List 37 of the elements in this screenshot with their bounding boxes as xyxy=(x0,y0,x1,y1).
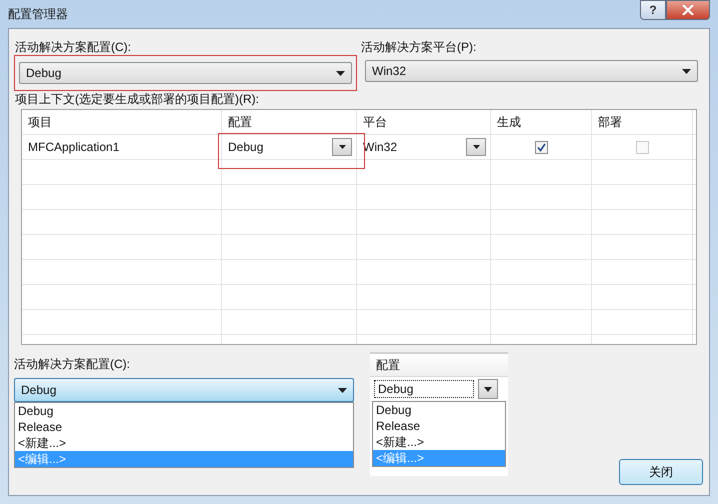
config-dropdown[interactable]: Debug xyxy=(14,378,354,402)
deploy-checkbox[interactable] xyxy=(636,140,648,154)
build-checkbox[interactable] xyxy=(534,140,548,154)
config-dropdown[interactable]: Debug xyxy=(19,62,352,84)
dropdown-button[interactable] xyxy=(466,138,486,156)
caret-icon xyxy=(484,386,492,392)
help-button[interactable]: ? xyxy=(640,0,666,20)
caret-icon xyxy=(472,145,480,149)
column-header: 配置 xyxy=(222,110,357,134)
field-label: 活动解决方案平台(P): xyxy=(361,39,478,55)
dropdown-option[interactable]: <新建...> xyxy=(15,435,353,451)
table-cell: Debug xyxy=(228,139,264,155)
caret-icon xyxy=(336,70,345,76)
close-icon xyxy=(682,5,694,15)
close-dialog-button[interactable]: 关闭 xyxy=(619,459,703,485)
caret-icon xyxy=(682,68,691,74)
column-header: 项目 xyxy=(22,110,222,134)
table-cell: MFCApplication1 xyxy=(22,135,222,159)
caret-icon xyxy=(338,145,346,149)
field-label: 活动解决方案配置(C): xyxy=(14,356,131,372)
dropdown-option[interactable]: Release xyxy=(373,418,505,434)
dropdown-option[interactable]: <新建...> xyxy=(373,434,505,450)
column-header: 生成 xyxy=(491,110,592,134)
dropdown-option[interactable]: Debug xyxy=(373,402,505,418)
dropdown-value[interactable]: Debug xyxy=(374,380,474,398)
caret-icon xyxy=(338,388,347,392)
column-header: 部署 xyxy=(592,110,693,134)
dropdown-button[interactable] xyxy=(478,379,498,399)
platform-dropdown[interactable]: Win32 xyxy=(365,60,698,82)
dropdown-button[interactable] xyxy=(332,138,352,156)
grid-label: 项目上下文(选定要生成或部署的项目配置)(R): xyxy=(15,91,260,107)
dropdown-option[interactable]: Release xyxy=(15,419,353,435)
column-header: 平台 xyxy=(357,110,491,134)
close-button[interactable] xyxy=(666,0,710,20)
window-title: 配置管理器 xyxy=(8,6,68,22)
dropdown-option[interactable]: Debug xyxy=(15,403,353,419)
field-label: 活动解决方案配置(C): xyxy=(15,39,132,55)
